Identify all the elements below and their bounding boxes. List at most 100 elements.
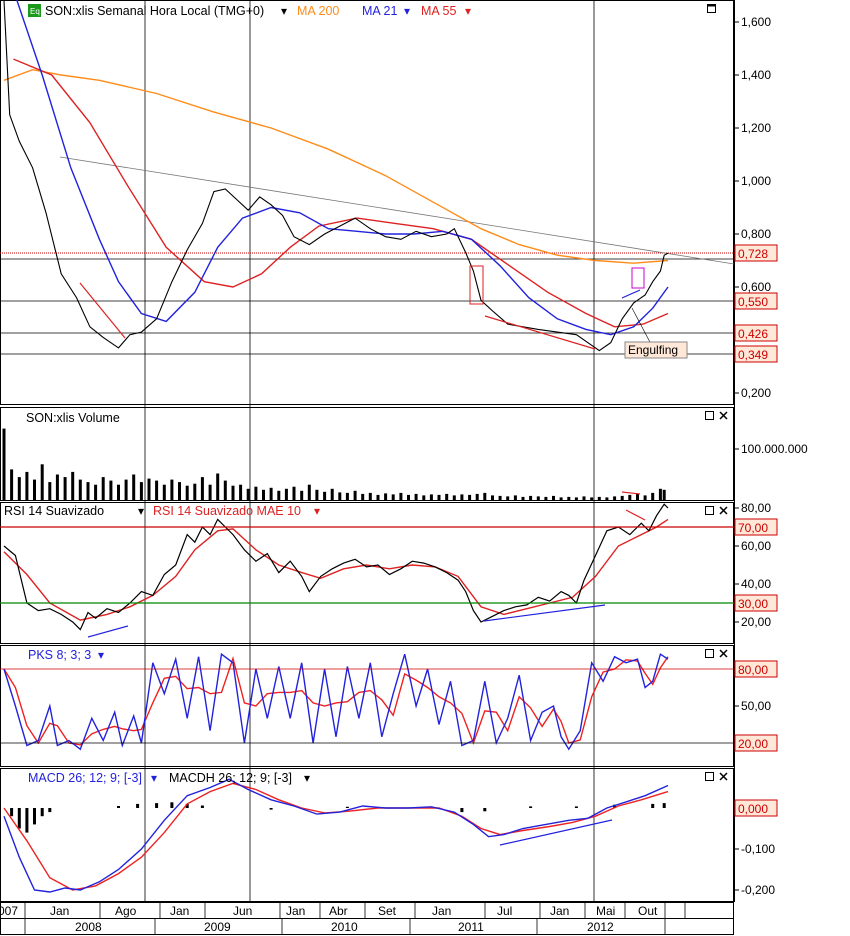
month-label: Out (638, 904, 658, 918)
volume-bar (605, 497, 609, 500)
volume-bar (529, 495, 533, 500)
macd-close-icon (719, 772, 728, 781)
macd-zero-label: 0,000 (738, 802, 768, 816)
volume-bar (292, 486, 296, 500)
macd-tick-m0200: -0,200 (741, 883, 775, 897)
month-label: Jan (432, 904, 451, 918)
month-label: Jan (286, 904, 305, 918)
legend-ma21[interactable]: MA 21 (362, 4, 397, 18)
price-title[interactable]: SON:xlis Semanal Hora Local (TMG+0) (45, 4, 264, 18)
volume-bar (597, 496, 601, 500)
volume-bar (582, 496, 586, 500)
volume-bar (506, 496, 510, 500)
volume-bar (483, 492, 487, 500)
macd-hist-bar (574, 806, 578, 808)
rsi-tick-60: 60,00 (741, 539, 771, 553)
volume-bar (407, 494, 410, 500)
macd-tick-m0100: -0,100 (741, 842, 775, 856)
ma55-line (13, 58, 669, 328)
volume-bar (200, 477, 204, 500)
volume-bar (590, 497, 594, 500)
pks-panel[interactable] (0, 645, 734, 767)
month-row (0, 902, 734, 919)
level-label-0728: 0,728 (738, 247, 768, 261)
rsi-ma-title[interactable]: RSI 14 Suavizado MAE 10 (153, 504, 301, 518)
volume-bar (155, 480, 159, 500)
ma21-line (16, 0, 669, 336)
month-label: Mai (596, 904, 615, 918)
volume-bar (452, 495, 456, 500)
volume-bar (193, 483, 197, 500)
legend-ma55[interactable]: MA 55 (421, 4, 456, 18)
pks-tick-50: 50,00 (741, 699, 771, 713)
volume-bar (414, 493, 418, 500)
rsi-series-group (3, 503, 669, 631)
volume-bar (55, 474, 59, 500)
pks-level-label-80: 80,00 (738, 663, 768, 677)
rsi-level-label-30: 30,00 (738, 597, 768, 611)
volume-bar (147, 478, 151, 500)
price-line (3, 0, 669, 352)
volume-title[interactable]: SON:xlis Volume (26, 411, 120, 425)
macd-signal-line (3, 782, 669, 891)
volume-bar (658, 488, 662, 500)
month-label: Jul (497, 904, 512, 918)
macd-divergence-line (499, 819, 613, 846)
rsi-ma-line (3, 518, 669, 621)
macd-hist-bar (662, 803, 666, 808)
price-panel[interactable] (0, 0, 734, 405)
macd-panel[interactable] (0, 768, 734, 902)
volume-bar (78, 479, 82, 500)
rsi-divergence-3 (625, 509, 646, 521)
volume-bar (139, 482, 143, 500)
macd-hist-bar (269, 808, 273, 810)
volume-bar (445, 493, 449, 500)
year-label: 2008 (75, 920, 102, 934)
rise-line-2012 (621, 289, 641, 299)
volume-tick: 100.000.000 (741, 442, 808, 456)
volume-bar (94, 484, 98, 500)
macd-title[interactable]: MACD 26; 12; 9; [-3] (28, 771, 142, 785)
volume-bar (216, 473, 220, 500)
price-axis: 1,600 1,400 1,200 1,000 0,800 0,600 0,20… (734, 15, 808, 897)
volume-maximize-icon (705, 411, 714, 420)
volume-bar (536, 496, 540, 500)
level-label-0349: 0,349 (738, 348, 768, 362)
volume-bar (491, 495, 494, 500)
volume-bar (384, 493, 388, 500)
macd-hist-bar (529, 806, 533, 808)
level-label-0550: 0,550 (738, 295, 768, 309)
rsi-tick-40: 40,00 (741, 577, 771, 591)
panel-controls[interactable] (705, 4, 728, 781)
rsi-panel[interactable] (0, 502, 734, 644)
month-label: Abr (329, 904, 348, 918)
year-row (0, 918, 734, 935)
macdh-title[interactable]: MACDH 26; 12; 9; [-3] (169, 771, 292, 785)
volume-bar (246, 488, 250, 500)
price-tick-0600: 0,600 (741, 280, 771, 294)
macd-hist-bar (117, 806, 120, 808)
rsi-tick-80: 80,00 (741, 501, 771, 515)
rsi-title[interactable]: RSI 14 Suavizado (4, 504, 104, 518)
macd-hist-bar (40, 808, 44, 817)
volume-bar (231, 485, 235, 500)
volume-bar (338, 492, 342, 500)
year-label: 2009 (204, 920, 231, 934)
price-tick-1400: 1,400 (741, 68, 771, 82)
year-label: 2010 (331, 920, 358, 934)
volume-bar (376, 494, 380, 500)
volume-bar (307, 484, 311, 500)
macd-hist-bar (17, 808, 21, 829)
macd-hist-bar (483, 808, 487, 812)
volume-bar (323, 491, 327, 500)
volume-bar (300, 490, 304, 500)
level-label-0426: 0,426 (738, 327, 768, 341)
month-label: Jun (233, 904, 252, 918)
price-tick-0800: 0,800 (741, 227, 771, 241)
macd-hist-bar (345, 806, 349, 808)
macd-maximize-icon (705, 772, 714, 781)
volume-bar (33, 479, 36, 500)
volume-bar (475, 493, 479, 500)
pks-title[interactable]: PKS 8; 3; 3 (28, 648, 91, 662)
legend-ma200[interactable]: MA 200 (297, 4, 339, 18)
